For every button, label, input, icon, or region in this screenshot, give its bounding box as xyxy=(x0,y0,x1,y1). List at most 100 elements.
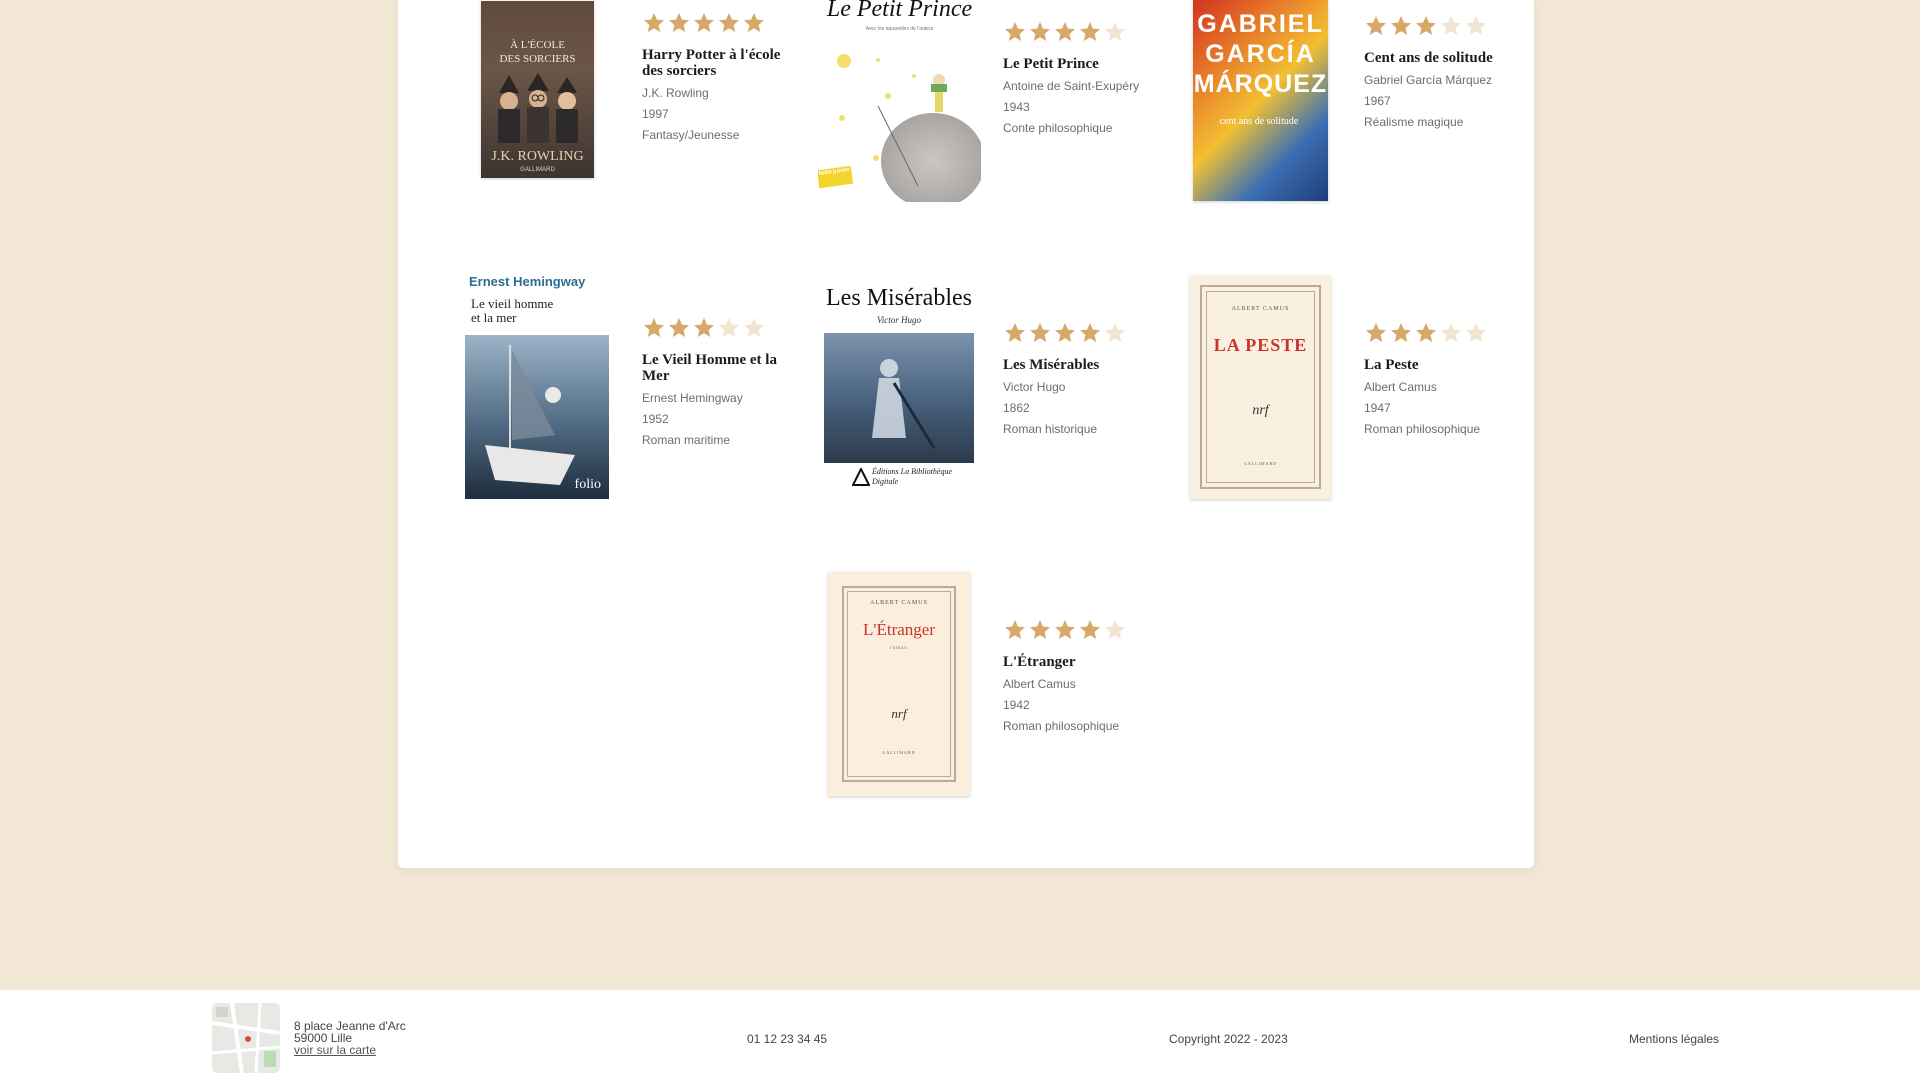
book-cover[interactable]: Le Petit Prince Avec les aquarelles de l… xyxy=(818,0,981,202)
footer-address: 8 place Jeanne d'Arc 59000 Lille voir su… xyxy=(294,1020,406,1056)
cover-author-line1: GABRIEL xyxy=(1197,10,1324,38)
book-list-panel: À L'ÉCOLE DES SORCIERS J.K. ROWLING GALL… xyxy=(398,0,1534,868)
star-filled-icon xyxy=(1053,321,1077,345)
book-genre: Roman maritime xyxy=(642,433,731,447)
star-filled-icon xyxy=(1389,14,1413,38)
star-filled-icon xyxy=(1414,321,1438,345)
star-empty-icon xyxy=(742,316,766,340)
cover-title-line2: DES SORCIERS xyxy=(499,53,576,65)
book-title[interactable]: La Peste xyxy=(1364,357,1504,373)
star-filled-icon xyxy=(1389,321,1413,345)
book-cover[interactable]: ALBERT CAMUS L'Étranger roman nrf GALLIM… xyxy=(828,572,970,796)
book-author: Ernest Hemingway xyxy=(642,391,743,405)
star-empty-icon xyxy=(1464,321,1488,345)
star-empty-icon xyxy=(1103,618,1127,642)
book-cover[interactable]: ALBERT CAMUS LA PESTE nrf GALLIMARD xyxy=(1190,275,1331,499)
book-author: J.K. Rowling xyxy=(642,86,709,100)
star-filled-icon xyxy=(1364,14,1388,38)
star-empty-icon xyxy=(1439,14,1463,38)
star-filled-icon xyxy=(692,11,716,35)
book-info: Le Petit Prince Antoine de Saint-Exupéry… xyxy=(1003,20,1143,134)
star-filled-icon xyxy=(1053,20,1077,44)
star-filled-icon xyxy=(1078,321,1102,345)
star-empty-icon xyxy=(1103,20,1127,44)
star-filled-icon xyxy=(642,316,666,340)
book-title[interactable]: Le Petit Prince xyxy=(1003,56,1143,72)
book-info: Le Vieil Homme et la Mer Ernest Hemingwa… xyxy=(642,316,782,446)
book-cover[interactable]: Ernest Hemingway Le vieil homme et la me… xyxy=(465,272,609,499)
cover-author-line3: MÁRQUEZ xyxy=(1193,70,1328,98)
star-filled-icon xyxy=(1028,618,1052,642)
star-filled-icon xyxy=(1078,618,1102,642)
star-filled-icon xyxy=(1003,618,1027,642)
footer-copyright: Copyright 2022 - 2023 xyxy=(1169,1032,1288,1046)
book-cover[interactable]: À L'ÉCOLE DES SORCIERS J.K. ROWLING GALL… xyxy=(481,1,594,178)
cover-author: ALBERT CAMUS xyxy=(870,600,928,606)
book-year: 1967 xyxy=(1364,94,1391,108)
book-genre: Fantasy/Jeunesse xyxy=(642,128,740,142)
cover-title-line2: et la mer xyxy=(471,310,517,325)
book-title[interactable]: L'Étranger xyxy=(1003,654,1143,670)
book-year: 1942 xyxy=(1003,698,1030,712)
cover-author: Victor Hugo xyxy=(876,315,922,325)
cover-author: Ernest Hemingway xyxy=(469,274,586,289)
star-filled-icon xyxy=(1364,321,1388,345)
book-genre: Réalisme magique xyxy=(1364,115,1464,129)
star-rating xyxy=(642,11,782,37)
legal-notice-link[interactable]: Mentions légales xyxy=(1629,1032,1719,1046)
book-genre: Roman philosophique xyxy=(1003,719,1120,733)
book-author: Victor Hugo xyxy=(1003,380,1066,394)
star-filled-icon xyxy=(1078,20,1102,44)
star-filled-icon xyxy=(692,316,716,340)
cover-author: J.K. ROWLING xyxy=(491,149,584,164)
star-filled-icon xyxy=(667,11,691,35)
book-author: Albert Camus xyxy=(1364,380,1437,394)
book-year: 1997 xyxy=(642,107,669,121)
star-filled-icon xyxy=(1028,20,1052,44)
book-info: Les Misérables Victor Hugo 1862 Roman hi… xyxy=(1003,321,1143,435)
star-rating xyxy=(1364,321,1504,347)
book-year: 1952 xyxy=(642,412,669,426)
star-empty-icon xyxy=(1464,14,1488,38)
star-filled-icon xyxy=(717,11,741,35)
cover-title: Les Misérables xyxy=(826,285,972,311)
book-title[interactable]: Les Misérables xyxy=(1003,357,1143,373)
book-year: 1947 xyxy=(1364,401,1391,415)
cover-title-line1: À L'ÉCOLE xyxy=(510,39,565,51)
site-footer: 8 place Jeanne d'Arc 59000 Lille voir su… xyxy=(0,990,1920,1080)
book-genre: Conte philosophique xyxy=(1003,121,1113,135)
book-info: Harry Potter à l'école des sorciers J.K.… xyxy=(642,11,782,141)
book-genre: Roman philosophique xyxy=(1364,422,1481,436)
cover-title: L'Étranger xyxy=(863,620,935,639)
book-info: Cent ans de solitude Gabriel García Márq… xyxy=(1364,14,1504,128)
footer-phone[interactable]: 01 12 23 34 45 xyxy=(747,1032,827,1046)
star-filled-icon xyxy=(742,11,766,35)
book-title[interactable]: Harry Potter à l'école des sorciers xyxy=(642,47,782,79)
cover-author-line2: GARCÍA xyxy=(1205,40,1316,68)
star-rating xyxy=(1003,618,1143,644)
star-filled-icon xyxy=(1028,321,1052,345)
star-filled-icon xyxy=(667,316,691,340)
cover-publisher: GALLIMARD xyxy=(520,167,555,173)
star-rating xyxy=(642,316,782,342)
book-cover[interactable]: Les Misérables Victor Hugo Éditions La B… xyxy=(824,283,974,495)
star-empty-icon xyxy=(717,316,741,340)
cover-subtitle: roman xyxy=(890,646,908,651)
cover-publisher: GALLIMARD xyxy=(882,750,916,755)
cover-logo: nrf xyxy=(1252,403,1269,418)
book-info: L'Étranger Albert Camus 1942 Roman philo… xyxy=(1003,618,1143,732)
star-filled-icon xyxy=(1414,14,1438,38)
book-cover[interactable]: GABRIEL GARCÍA MÁRQUEZ cent ans de solit… xyxy=(1193,0,1328,201)
cover-subtitle: cent ans de solitude xyxy=(1219,116,1299,127)
star-rating xyxy=(1003,20,1143,46)
map-link[interactable]: voir sur la carte xyxy=(294,1043,376,1057)
book-genre: Roman historique xyxy=(1003,422,1098,436)
map-thumbnail[interactable] xyxy=(212,1003,280,1073)
book-title[interactable]: Le Vieil Homme et la Mer xyxy=(642,352,782,384)
cover-logo: nrf xyxy=(891,706,907,721)
star-rating xyxy=(1364,14,1504,40)
book-title[interactable]: Cent ans de solitude xyxy=(1364,50,1504,66)
cover-title: LA PESTE xyxy=(1213,335,1308,355)
book-year: 1943 xyxy=(1003,100,1030,114)
book-year: 1862 xyxy=(1003,401,1030,415)
